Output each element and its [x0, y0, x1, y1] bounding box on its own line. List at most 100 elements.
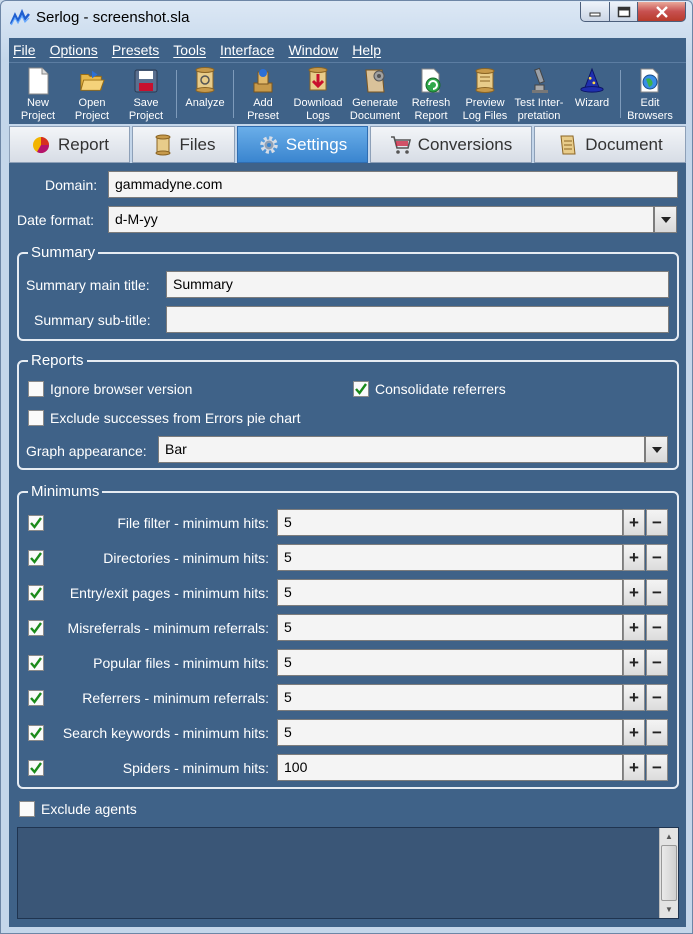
- minimum-row-checkbox[interactable]: [28, 690, 44, 706]
- minimum-value-input[interactable]: 5: [277, 579, 623, 606]
- generate-document-button[interactable]: Generate Document: [347, 66, 403, 124]
- summary-main-title-input[interactable]: Summary: [166, 271, 669, 298]
- test-interpretation-button[interactable]: Test Inter- pretation: [511, 66, 567, 124]
- toolbar-separator: [233, 70, 234, 118]
- minimum-value-input[interactable]: 5: [277, 614, 623, 641]
- decrement-button[interactable]: −: [646, 754, 668, 781]
- preview-log-files-button[interactable]: Preview Log Files: [459, 66, 511, 124]
- gear-icon: [258, 134, 280, 156]
- test-interpretation-label-1: Test Inter-: [514, 97, 564, 109]
- increment-button[interactable]: +: [623, 509, 645, 536]
- increment-button[interactable]: +: [623, 544, 645, 571]
- minimum-row-checkbox[interactable]: [28, 550, 44, 566]
- decrement-button[interactable]: −: [646, 579, 668, 606]
- decrement-button[interactable]: −: [646, 509, 668, 536]
- tab-report[interactable]: Report: [9, 126, 130, 163]
- increment-button[interactable]: +: [623, 684, 645, 711]
- summary-sub-title-input[interactable]: [166, 306, 669, 333]
- scroll-up-button[interactable]: ▲: [661, 829, 677, 844]
- menu-presets[interactable]: Presets: [112, 42, 159, 58]
- tab-document[interactable]: Document: [534, 126, 686, 163]
- minimum-row-label: Directories - minimum hits:: [103, 550, 269, 566]
- minimum-row-checkbox[interactable]: [28, 655, 44, 671]
- shopping-cart-icon: [390, 134, 412, 156]
- decrement-button[interactable]: −: [646, 684, 668, 711]
- menu-window[interactable]: Window: [288, 42, 338, 58]
- add-preset-button[interactable]: Add Preset: [237, 66, 289, 124]
- menu-help[interactable]: Help: [352, 42, 381, 58]
- minimum-row-checkbox[interactable]: [28, 515, 44, 531]
- decrement-button[interactable]: −: [646, 649, 668, 676]
- menu-interface[interactable]: Interface: [220, 42, 274, 58]
- minimum-value-input[interactable]: 5: [277, 649, 623, 676]
- agents-textarea[interactable]: ▲ ▼: [17, 827, 679, 919]
- minimum-row-checkbox[interactable]: [28, 760, 44, 776]
- refresh-report-label-2: Report: [414, 109, 448, 122]
- minimum-row-checkbox[interactable]: [28, 725, 44, 741]
- analyze-button[interactable]: Analyze: [180, 66, 230, 124]
- summary-main-title-label: Summary main title:: [26, 277, 150, 293]
- decrement-button[interactable]: −: [646, 719, 668, 746]
- date-format-dropdown-button[interactable]: [654, 206, 677, 233]
- toolbar-separator: [176, 70, 177, 118]
- minimum-row-checkbox[interactable]: [28, 585, 44, 601]
- increment-button[interactable]: +: [623, 649, 645, 676]
- graph-appearance-select[interactable]: Bar: [158, 436, 645, 463]
- date-format-select[interactable]: d-M-yy: [108, 206, 654, 233]
- checkmark-icon: [30, 622, 42, 634]
- edit-browsers-icon: [637, 66, 663, 96]
- tab-files-label: Files: [179, 134, 216, 154]
- tab-conversions[interactable]: Conversions: [370, 126, 532, 163]
- minimum-value-input[interactable]: 5: [277, 684, 623, 711]
- domain-input[interactable]: gammadyne.com: [108, 171, 678, 198]
- minimums-group-title: Minimums: [28, 483, 103, 500]
- title-bar: Serlog - screenshot.sla: [1, 1, 692, 35]
- tab-files[interactable]: Files: [132, 126, 235, 163]
- tab-settings[interactable]: Settings: [237, 126, 368, 163]
- graph-appearance-dropdown-button[interactable]: [645, 436, 668, 463]
- decrement-button[interactable]: −: [646, 544, 668, 571]
- wizard-button[interactable]: Wizard: [567, 66, 617, 124]
- consolidate-referrers-checkbox[interactable]: [353, 381, 369, 397]
- exclude-successes-label: Exclude successes from Errors pie chart: [50, 410, 301, 426]
- increment-button[interactable]: +: [623, 614, 645, 641]
- new-project-button[interactable]: New Project: [11, 66, 65, 124]
- save-project-button[interactable]: Save Project: [119, 66, 173, 124]
- exclude-successes-checkbox[interactable]: [28, 410, 44, 426]
- close-button[interactable]: [638, 2, 686, 22]
- refresh-report-button[interactable]: Refresh Report: [403, 66, 459, 124]
- minimum-value-input[interactable]: 100: [277, 754, 623, 781]
- download-logs-label-1: Download: [293, 97, 343, 109]
- minimum-value-input[interactable]: 5: [277, 509, 623, 536]
- decrement-button[interactable]: −: [646, 614, 668, 641]
- increment-button[interactable]: +: [623, 719, 645, 746]
- download-logs-button[interactable]: Download Logs: [289, 66, 347, 124]
- minimize-button[interactable]: [580, 2, 610, 22]
- settings-panel: Domain: gammadyne.com Date format: d-M-y…: [9, 163, 686, 927]
- maximize-button[interactable]: [610, 2, 638, 22]
- menu-options[interactable]: Options: [50, 42, 98, 58]
- exclude-agents-checkbox[interactable]: [19, 801, 35, 817]
- increment-button[interactable]: +: [623, 579, 645, 606]
- checkmark-icon: [355, 383, 367, 395]
- scrollbar-thumb[interactable]: [661, 845, 677, 901]
- open-project-button[interactable]: Open Project: [65, 66, 119, 124]
- menu-tools[interactable]: Tools: [173, 42, 206, 58]
- download-logs-label-2: Logs: [306, 109, 330, 122]
- minimum-value-input[interactable]: 5: [277, 719, 623, 746]
- open-folder-icon: [79, 66, 105, 96]
- edit-browsers-label-1: Edit: [640, 97, 660, 109]
- tab-document-label: Document: [585, 134, 663, 154]
- ignore-browser-version-checkbox[interactable]: [28, 381, 44, 397]
- vertical-scrollbar[interactable]: ▲ ▼: [659, 828, 678, 918]
- menu-file[interactable]: File: [13, 42, 36, 58]
- minimum-value-input[interactable]: 5: [277, 544, 623, 571]
- minimum-row-checkbox[interactable]: [28, 620, 44, 636]
- new-project-label-2: Project: [20, 109, 56, 122]
- increment-button[interactable]: +: [623, 754, 645, 781]
- edit-browsers-button[interactable]: Edit Browsers: [624, 66, 676, 124]
- wizard-hat-icon: [579, 66, 605, 96]
- checkmark-icon: [30, 517, 42, 529]
- save-disk-icon: [133, 66, 159, 96]
- scroll-down-button[interactable]: ▼: [661, 902, 677, 917]
